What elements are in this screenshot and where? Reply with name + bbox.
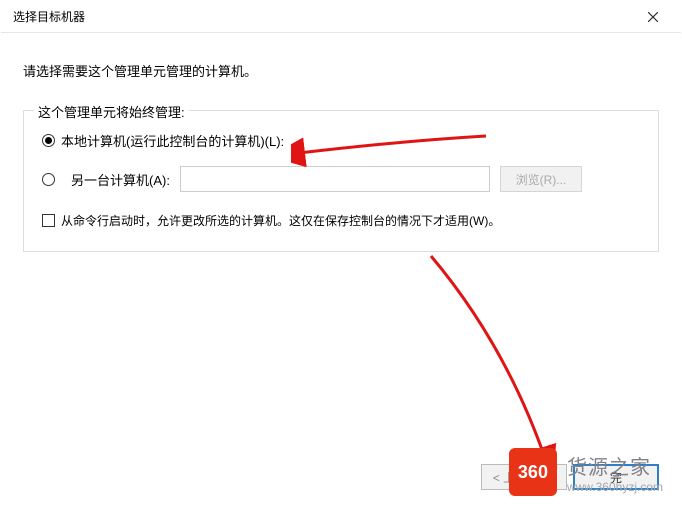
close-icon (648, 12, 658, 22)
group-legend: 这个管理单元将始终管理: (34, 102, 189, 121)
window-title: 选择目标机器 (13, 8, 85, 25)
radio-local-label: 本地计算机(运行此控制台的计算机)(L): (61, 131, 284, 150)
footer-buttons: < 上一步(B) 完 (481, 464, 659, 490)
radio-another[interactable] (42, 173, 55, 186)
checkbox-row: 从命令行启动时，允许更改所选的计算机。这仅在保存控制台的情况下才适用(W)。 (42, 212, 640, 229)
finish-button[interactable]: 完 (573, 464, 659, 490)
close-button[interactable] (633, 1, 673, 33)
instruction-text: 请选择需要这个管理单元管理的计算机。 (23, 61, 659, 80)
browse-button[interactable]: 浏览(R)... (500, 166, 582, 192)
another-computer-input[interactable] (180, 166, 490, 192)
radio-local-row: 本地计算机(运行此控制台的计算机)(L): (42, 131, 640, 150)
radio-local[interactable] (42, 134, 55, 147)
management-group: 这个管理单元将始终管理: 本地计算机(运行此控制台的计算机)(L): 另一台计算… (23, 110, 659, 252)
checkbox-label: 从命令行启动时，允许更改所选的计算机。这仅在保存控制台的情况下才适用(W)。 (61, 212, 500, 229)
allow-change-checkbox[interactable] (42, 214, 55, 227)
radio-another-row: 另一台计算机(A): 浏览(R)... (42, 166, 640, 192)
titlebar: 选择目标机器 (1, 1, 681, 33)
back-button[interactable]: < 上一步(B) (481, 464, 567, 490)
annotation-arrow-icon (421, 251, 621, 481)
radio-another-label: 另一台计算机(A): (71, 170, 170, 189)
